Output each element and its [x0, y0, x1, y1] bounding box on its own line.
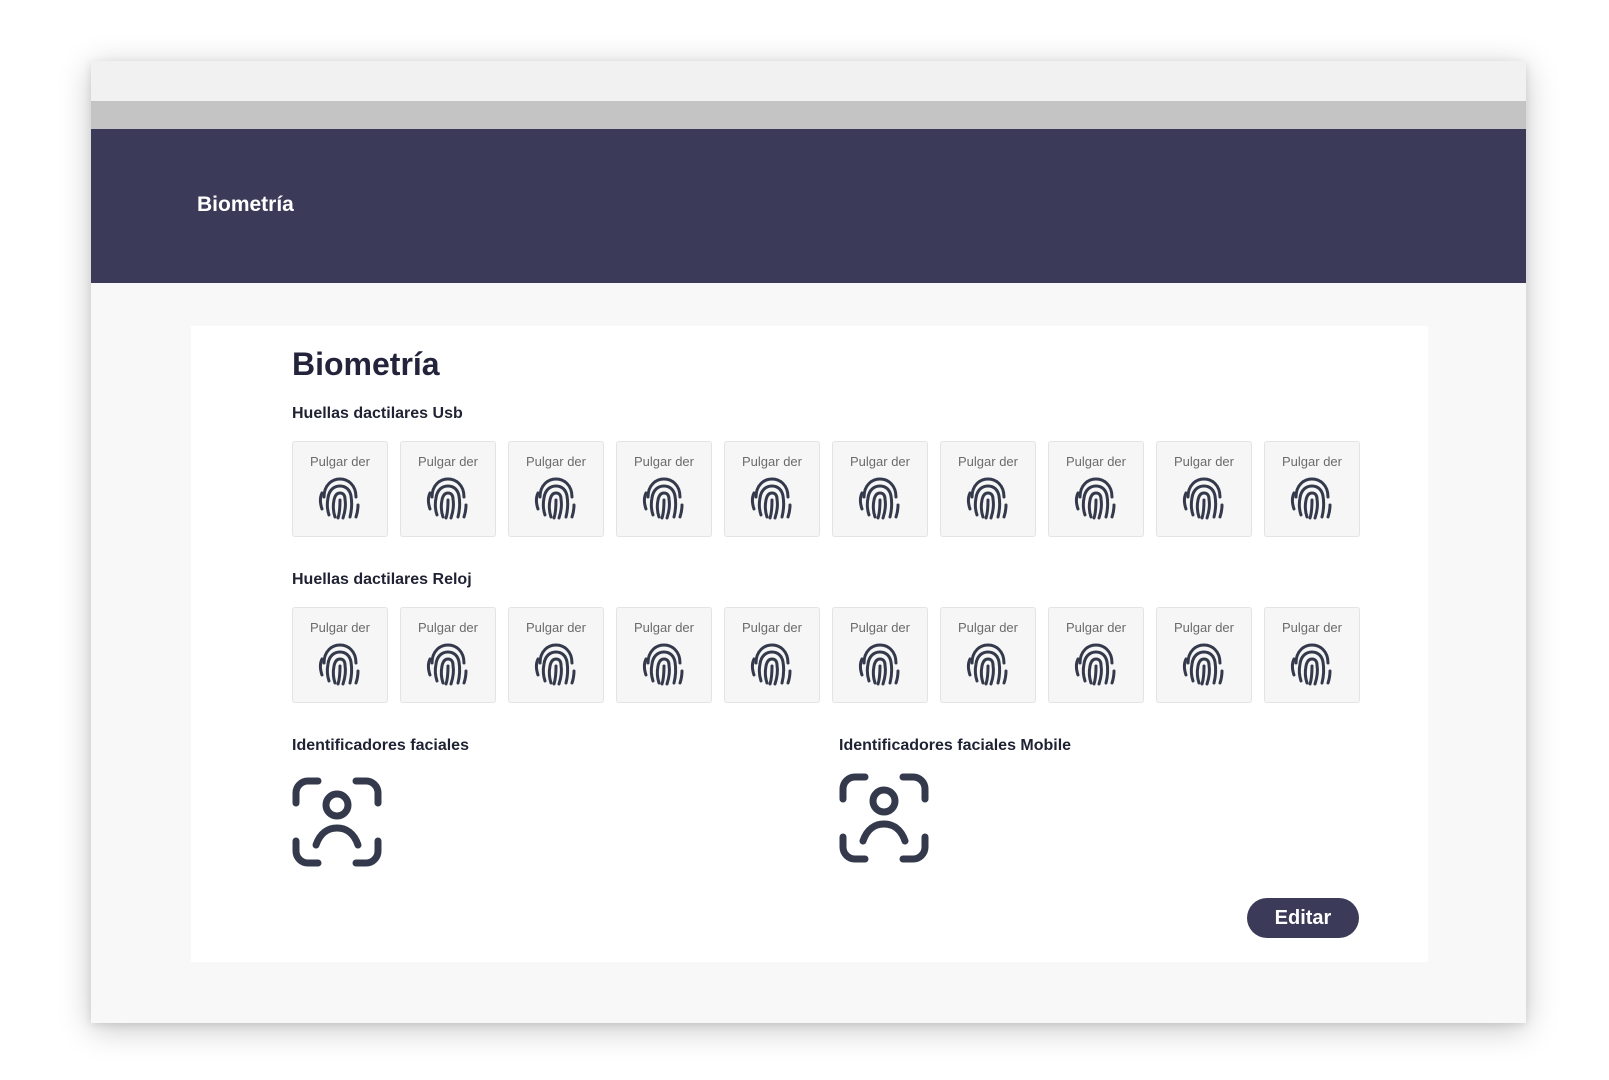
watch-finger-tile[interactable]: Pulgar der: [1156, 607, 1252, 703]
fingerprint-icon: [534, 641, 578, 687]
usb-finger-tile[interactable]: Pulgar der: [616, 441, 712, 537]
face-ids-mobile-label: Identificadores faciales Mobile: [839, 737, 1072, 754]
fingerprint-icon: [750, 641, 794, 687]
finger-label: Pulgar der: [526, 620, 586, 635]
fingerprint-icon: [1290, 475, 1334, 521]
usb-finger-tile[interactable]: Pulgar der: [940, 441, 1036, 537]
fingerprint-icon: [858, 641, 902, 687]
fingerprint-icon: [426, 475, 470, 521]
finger-label: Pulgar der: [634, 454, 694, 469]
fingerprint-icon: [1182, 641, 1226, 687]
watch-finger-tile[interactable]: Pulgar der: [1264, 607, 1360, 703]
fingerprint-icon: [318, 475, 362, 521]
watch-fingerprints-row: Pulgar der Pulgar der Pulgar der Pulgar …: [292, 607, 1360, 703]
header-title: Biometría: [197, 193, 294, 216]
finger-label: Pulgar der: [958, 454, 1018, 469]
usb-finger-tile[interactable]: Pulgar der: [724, 441, 820, 537]
watch-finger-tile[interactable]: Pulgar der: [940, 607, 1036, 703]
fingerprint-icon: [1182, 475, 1226, 521]
usb-finger-tile[interactable]: Pulgar der: [400, 441, 496, 537]
app-window: Biometría Biometría Huellas dactilares U…: [91, 61, 1526, 1023]
face-ids-label: Identificadores faciales: [292, 737, 469, 754]
fingerprint-icon: [750, 475, 794, 521]
usb-finger-tile[interactable]: Pulgar der: [292, 441, 388, 537]
watch-finger-tile[interactable]: Pulgar der: [508, 607, 604, 703]
face-scan-icon[interactable]: [292, 777, 382, 867]
biometry-card: Biometría Huellas dactilares Usb Pulgar …: [191, 326, 1428, 962]
finger-label: Pulgar der: [310, 620, 370, 635]
fingerprint-icon: [1290, 641, 1334, 687]
usb-fingerprints-row: Pulgar der Pulgar der Pulgar der Pulgar …: [292, 441, 1360, 537]
finger-label: Pulgar der: [418, 454, 478, 469]
finger-label: Pulgar der: [742, 454, 802, 469]
usb-fingerprints-label: Huellas dactilares Usb: [292, 405, 463, 422]
finger-label: Pulgar der: [958, 620, 1018, 635]
fingerprint-icon: [966, 475, 1010, 521]
fingerprint-icon: [966, 641, 1010, 687]
usb-finger-tile[interactable]: Pulgar der: [1048, 441, 1144, 537]
window-top-bar: [91, 61, 1526, 101]
finger-label: Pulgar der: [634, 620, 694, 635]
usb-finger-tile[interactable]: Pulgar der: [1156, 441, 1252, 537]
finger-label: Pulgar der: [1282, 454, 1342, 469]
usb-finger-tile[interactable]: Pulgar der: [1264, 441, 1360, 537]
finger-label: Pulgar der: [742, 620, 802, 635]
page-header: Biometría: [91, 129, 1526, 283]
finger-label: Pulgar der: [1174, 454, 1234, 469]
watch-finger-tile[interactable]: Pulgar der: [616, 607, 712, 703]
finger-label: Pulgar der: [1066, 620, 1126, 635]
fingerprint-icon: [318, 641, 362, 687]
finger-label: Pulgar der: [1174, 620, 1234, 635]
fingerprint-icon: [1074, 641, 1118, 687]
finger-label: Pulgar der: [418, 620, 478, 635]
finger-label: Pulgar der: [310, 454, 370, 469]
fingerprint-icon: [534, 475, 578, 521]
watch-fingerprints-label: Huellas dactilares Reloj: [292, 571, 472, 588]
fingerprint-icon: [1074, 475, 1118, 521]
usb-finger-tile[interactable]: Pulgar der: [508, 441, 604, 537]
watch-finger-tile[interactable]: Pulgar der: [832, 607, 928, 703]
window-nav-bar: [91, 101, 1526, 129]
finger-label: Pulgar der: [850, 454, 910, 469]
page-title: Biometría: [292, 346, 440, 382]
face-scan-mobile-icon[interactable]: [839, 773, 929, 863]
watch-finger-tile[interactable]: Pulgar der: [400, 607, 496, 703]
fingerprint-icon: [642, 641, 686, 687]
watch-finger-tile[interactable]: Pulgar der: [1048, 607, 1144, 703]
fingerprint-icon: [858, 475, 902, 521]
finger-label: Pulgar der: [1066, 454, 1126, 469]
finger-label: Pulgar der: [850, 620, 910, 635]
finger-label: Pulgar der: [1282, 620, 1342, 635]
finger-label: Pulgar der: [526, 454, 586, 469]
usb-finger-tile[interactable]: Pulgar der: [832, 441, 928, 537]
fingerprint-icon: [426, 641, 470, 687]
edit-button[interactable]: Editar: [1247, 898, 1359, 938]
fingerprint-icon: [642, 475, 686, 521]
watch-finger-tile[interactable]: Pulgar der: [724, 607, 820, 703]
watch-finger-tile[interactable]: Pulgar der: [292, 607, 388, 703]
